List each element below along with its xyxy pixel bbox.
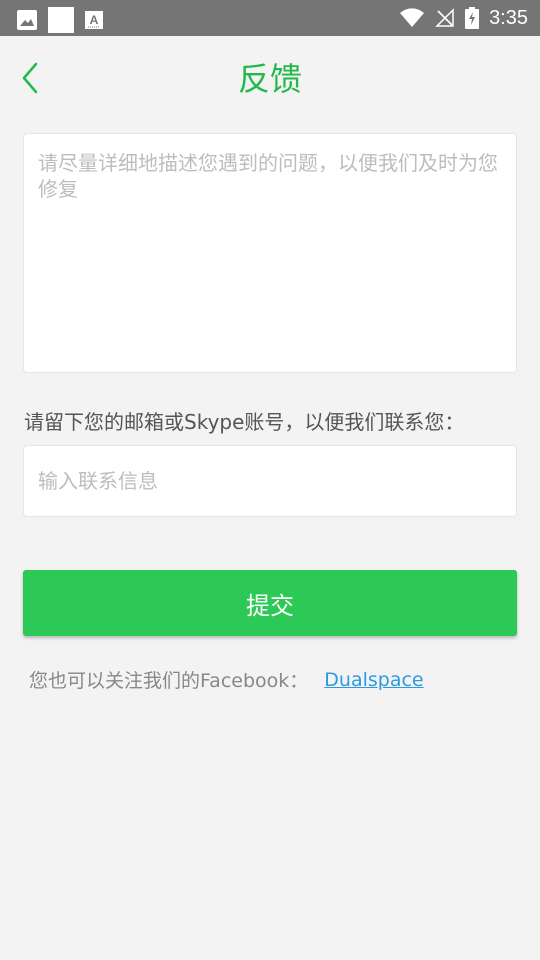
submit-button[interactable]: 提交 [23,570,517,636]
feedback-box [23,133,517,373]
page-title: 反馈 [237,60,302,98]
facebook-link[interactable]: Dualspace [324,669,423,691]
facebook-text: 您也可以关注我们的Facebook： [29,670,309,692]
battery-charging-icon [465,7,480,29]
contact-input-box [23,445,517,517]
app-header: 反馈 [0,36,540,120]
no-signal-icon [435,8,454,27]
status-bar-notifications: A [16,7,104,33]
contact-label: 请留下您的邮箱或Skype账号，以便我们联系您： [24,410,465,434]
svg-text:A: A [90,13,99,27]
status-bar-system: 3:35 [399,0,528,36]
facebook-line: 您也可以关注我们的Facebook： Dualspace [29,666,424,693]
font-a-icon: A [85,11,103,29]
feedback-textarea[interactable] [24,134,516,372]
status-time: 3:35 [489,6,528,29]
image-icon [17,10,37,30]
blank-square-icon [48,7,74,33]
wifi-icon [400,8,425,27]
contact-input[interactable] [24,446,516,516]
status-bar: A 3:35 [0,0,540,36]
